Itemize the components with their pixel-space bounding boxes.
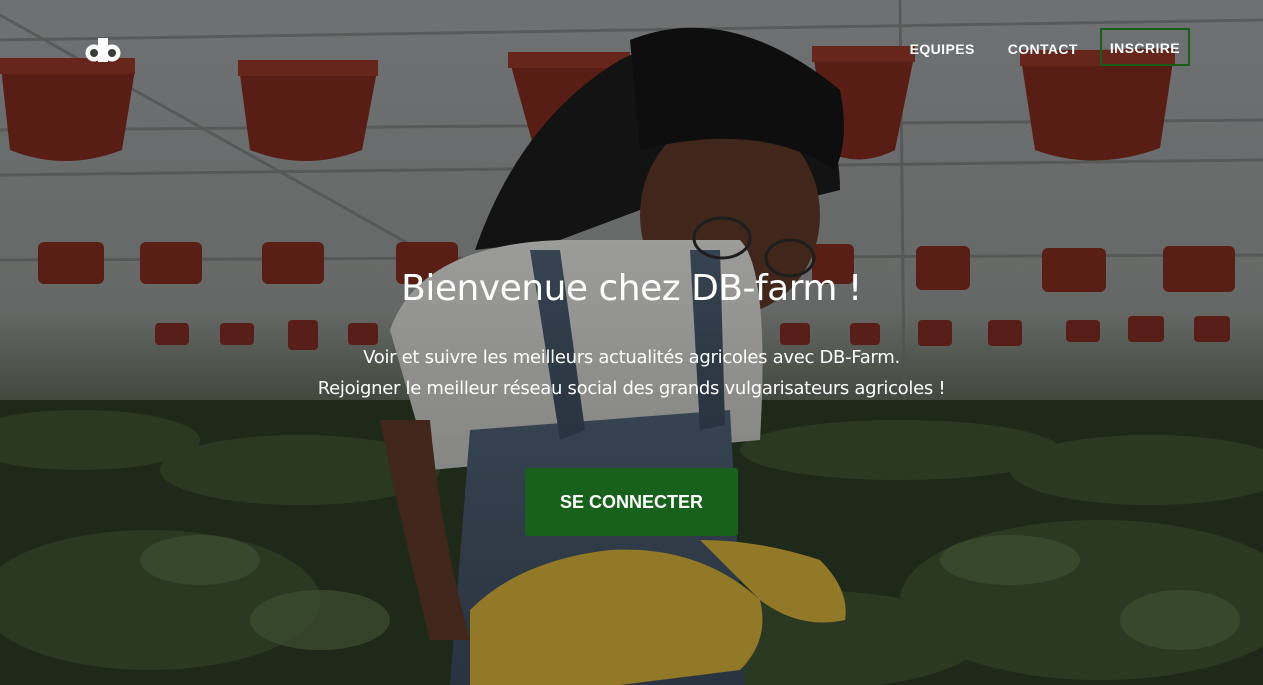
nav-link-equipes[interactable]: EQUIPES — [910, 37, 975, 57]
login-button[interactable]: SE CONNECTER — [525, 468, 738, 536]
hero-section: EQUIPES CONTACT INSCRIRE Bienvenue chez … — [0, 0, 1263, 685]
hero-title: Bienvenue chez DB-farm ! — [401, 268, 862, 309]
main-nav: EQUIPES CONTACT INSCRIRE — [910, 28, 1190, 66]
db-logo-icon[interactable] — [84, 36, 122, 64]
hero-subtitle-line2: Rejoigner le meilleur réseau social des … — [317, 378, 946, 399]
nav-link-contact[interactable]: CONTACT — [1008, 37, 1078, 57]
register-button[interactable]: INSCRIRE — [1099, 28, 1190, 66]
hero-dark-overlay — [0, 0, 1263, 685]
hero-subtitle-line1: Voir et suivre les meilleurs actualités … — [363, 347, 900, 368]
